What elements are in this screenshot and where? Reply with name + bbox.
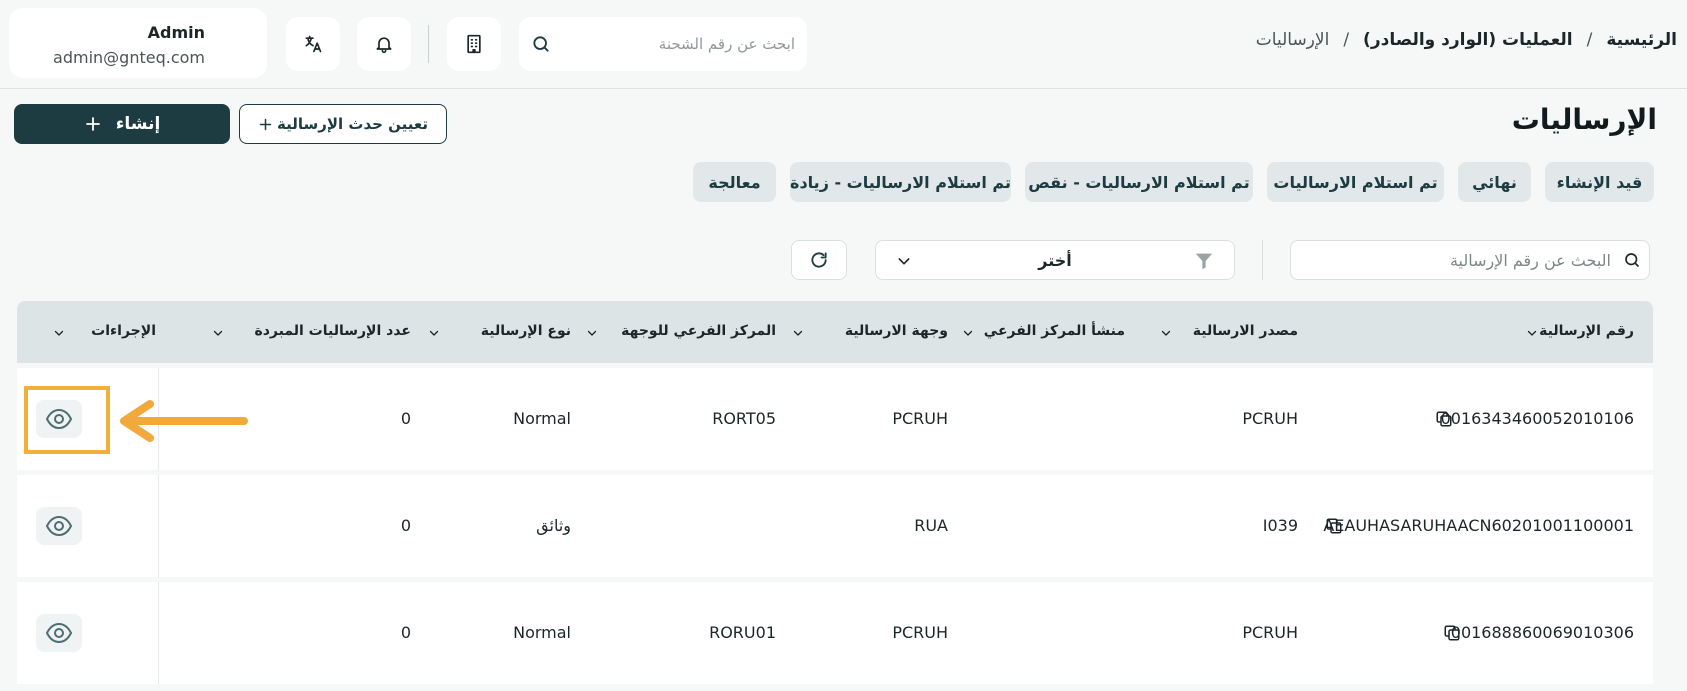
table-header: رقم الإرسالية مصدر الارسالية منشأ المركز… [17,301,1653,363]
breadcrumb-current: الإرساليات [1255,30,1330,50]
breadcrumb-home[interactable]: الرئيسية [1606,30,1677,50]
search-icon [1625,253,1639,267]
assign-event-label: تعيين حدث الإرسالية [276,115,429,133]
column-divider [158,582,159,684]
eye-icon [46,623,72,643]
user-card[interactable]: Admin admin@gnteq.com [9,8,267,78]
table-row: AEAUHASARUHAACN60201001100001 I039 RUA و… [17,475,1653,577]
assign-event-button[interactable]: تعيين حدث الإرسالية [239,104,447,144]
chevron-down-icon[interactable] [962,328,974,338]
filter-select-value: أختر [1038,251,1072,270]
language-button[interactable] [286,17,340,71]
chevron-down-icon[interactable] [1526,328,1538,338]
cooled-count: 0 [400,516,411,535]
shipment-destination: PCRUH [892,409,948,428]
chevron-down-icon[interactable] [1160,328,1172,338]
column-header-destination-branch[interactable]: المركز الفرعي للوجهة [621,323,776,339]
search-icon [533,36,549,52]
refresh-icon [811,252,827,268]
tab-received-excess[interactable]: تم استلام الارساليات - زيادة [790,162,1011,202]
user-email: admin@gnteq.com [53,48,205,67]
column-header-source[interactable]: مصدر الارسالية [1193,323,1298,339]
chevron-down-icon[interactable] [428,328,440,338]
plus-icon [85,117,100,131]
shipment-type: Normal [513,623,571,642]
annotation-highlight-box [24,386,110,454]
annotation-arrow-icon [120,400,248,442]
cooled-count: 0 [400,623,411,642]
chevron-down-icon[interactable] [586,328,598,338]
building-icon [467,34,481,54]
shipment-source: PCRUH [1242,409,1298,428]
column-header-origin-branch[interactable]: منشأ المركز الفرعي [984,323,1125,339]
column-header-destination[interactable]: وجهة الارسالية [845,323,948,339]
user-name: Admin [147,23,205,42]
shipment-type: Normal [513,409,571,428]
shipment-number: 0016343460052010106 [1440,409,1634,428]
translate-icon [305,35,322,53]
destination-branch: RORU01 [709,623,776,642]
view-button[interactable] [36,507,82,545]
shipment-source: PCRUH [1242,623,1298,642]
plus-icon [259,118,272,130]
column-header-actions: الإجراءات [91,323,156,339]
shipment-type: وثائق [536,516,571,535]
view-button[interactable] [36,614,82,652]
chevron-down-icon[interactable] [53,328,65,338]
shipment-number-search-input[interactable] [1301,241,1611,279]
page-title: الإرساليات [1511,103,1657,136]
create-button-label: إنشاء [115,114,161,134]
top-bar: Admin admin@gnteq.com الرئيسية / العمليا… [0,0,1687,89]
tab-received[interactable]: تم استلام الارساليات [1267,162,1444,202]
column-header-shipment-number[interactable]: رقم الإرسالية [1539,323,1634,339]
cooled-count: 0 [400,409,411,428]
breadcrumb-operations[interactable]: العمليات (الوارد والصادر) [1363,30,1573,50]
shipment-source: I039 [1262,516,1298,535]
column-header-shipment-type[interactable]: نوع الإرسالية [481,323,571,339]
filter-select[interactable]: أختر [875,240,1235,280]
copy-icon[interactable] [1443,624,1461,642]
shipment-destination: RUA [914,516,948,535]
create-button[interactable]: إنشاء [14,104,230,144]
chevron-down-icon[interactable] [212,328,224,338]
bell-icon [376,37,392,54]
tab-final[interactable]: نهائي [1458,162,1531,202]
shipment-number: AEAUHASARUHAACN60201001100001 [1323,516,1634,535]
toolbar-divider [428,25,429,63]
copy-icon[interactable] [1435,410,1453,428]
breadcrumb-separator: / [1343,30,1350,50]
tab-in-creation[interactable]: قيد الإنشاء [1545,162,1654,202]
column-divider [158,475,159,577]
organization-button[interactable] [447,17,501,71]
shipment-number-search[interactable] [1290,240,1650,280]
refresh-button[interactable] [791,240,847,280]
notifications-button[interactable] [357,17,411,71]
shipment-search[interactable] [519,17,807,71]
destination-branch: RORT05 [712,409,776,428]
eye-icon [46,516,72,536]
breadcrumb-separator: / [1586,30,1593,50]
chevron-down-icon [898,258,910,265]
tab-received-shortage[interactable]: تم استلام الارساليات - نقص [1025,162,1253,202]
tab-processing[interactable]: معالجة [693,162,776,202]
copy-icon[interactable] [1325,517,1343,535]
table-row: 0016343460052010106 PCRUH PCRUH RORT05 N… [17,368,1653,470]
filter-divider [1262,240,1263,280]
table-row: 001688860069010306 PCRUH PCRUH RORU01 No… [17,582,1653,684]
shipment-search-input[interactable] [570,17,795,71]
column-header-cooled-count[interactable]: عدد الإرساليات المبردة [254,323,411,339]
shipment-destination: PCRUH [892,623,948,642]
breadcrumb: الرئيسية / العمليات (الوارد والصادر) / ا… [1256,30,1677,50]
shipment-number: 001688860069010306 [1450,623,1634,642]
chevron-down-icon[interactable] [792,328,804,338]
